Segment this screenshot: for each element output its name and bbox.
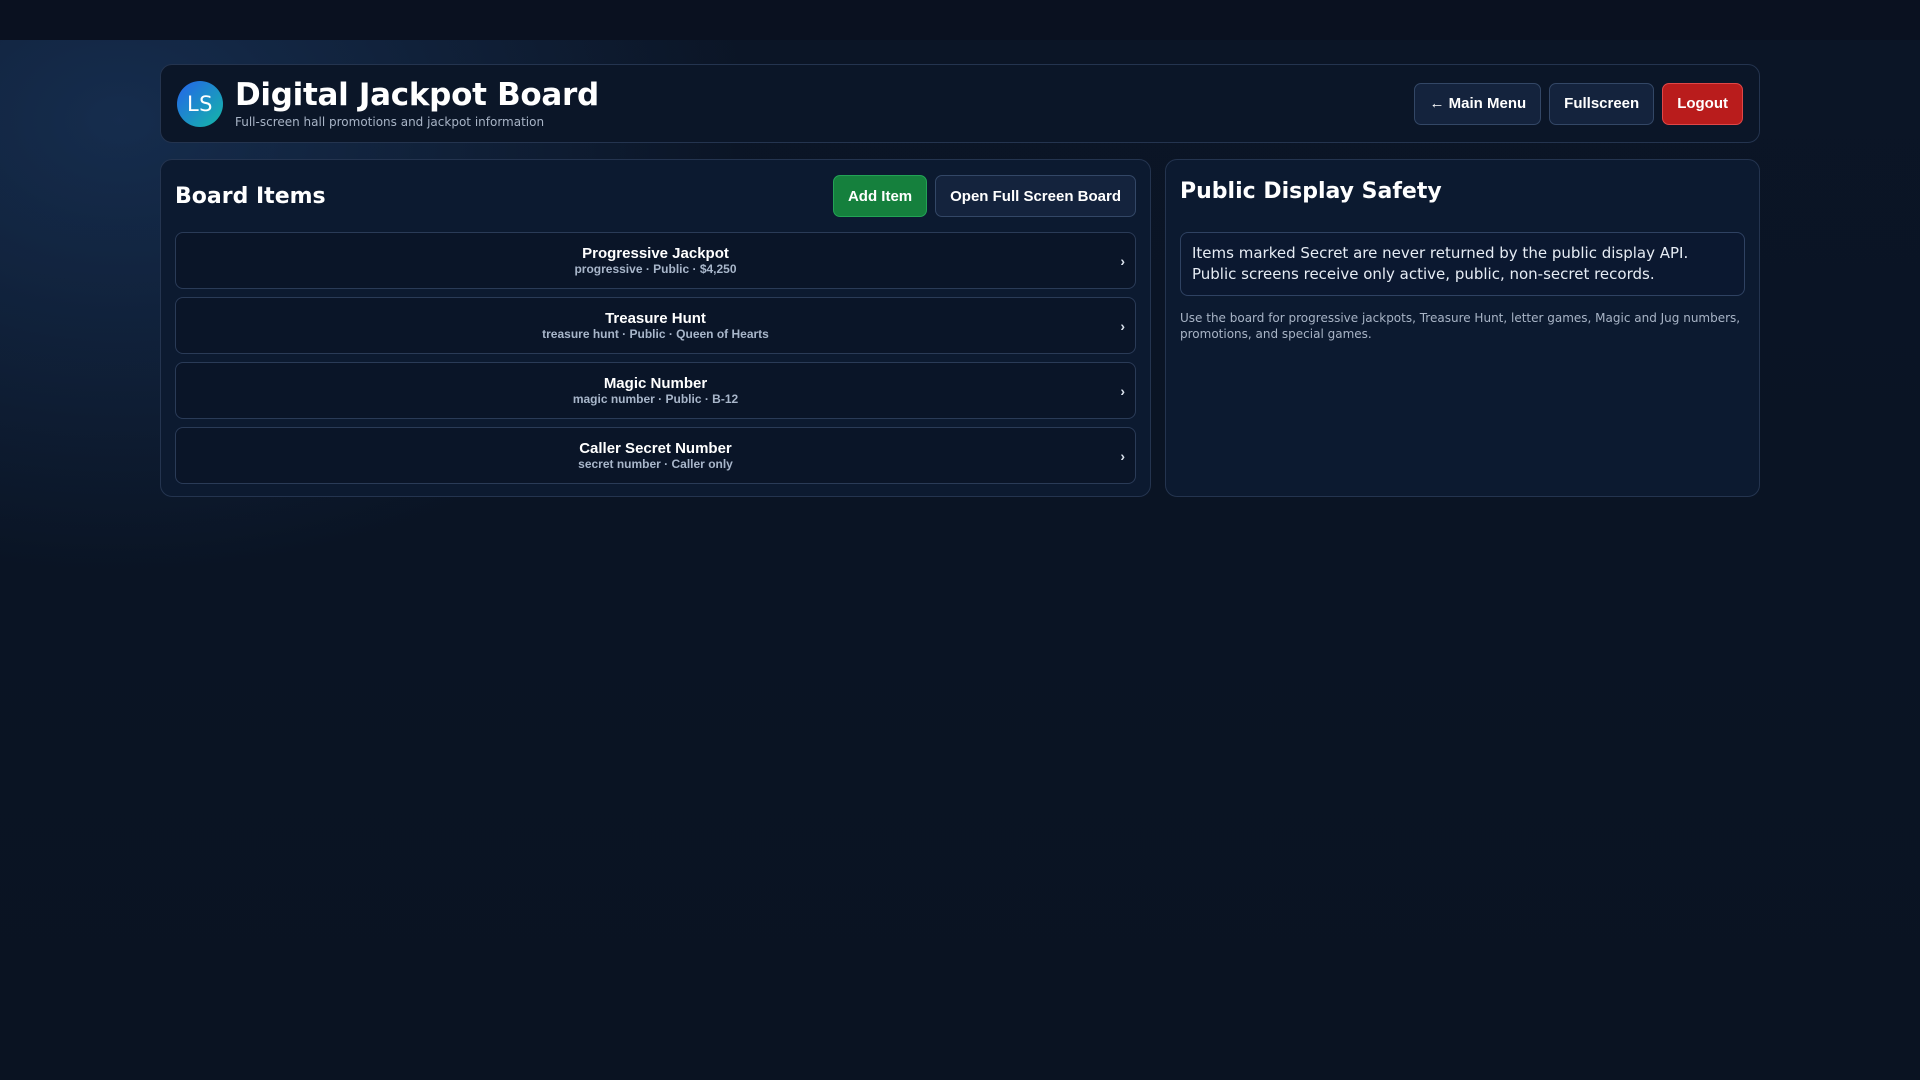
- board-items-title: Board Items: [175, 183, 326, 209]
- list-item-magic-number[interactable]: Magic Number magic number · Public · B-1…: [175, 362, 1136, 419]
- add-item-button[interactable]: Add Item: [832, 175, 928, 217]
- list-item-name: Magic Number: [603, 374, 708, 392]
- safety-note: Use the board for progressive jackpots, …: [1180, 311, 1741, 341]
- board-items-header: Board Items Add Item Open Full Screen Bo…: [175, 174, 1136, 218]
- list-item-treasure-hunt[interactable]: Treasure Hunt treasure hunt · Public · Q…: [175, 297, 1136, 354]
- board-actions: Add Item Open Full Screen Board: [832, 175, 1136, 217]
- logout-button[interactable]: Logout: [1662, 82, 1743, 125]
- app-header: LS Digital Jackpot Board Full-screen hal…: [160, 64, 1760, 143]
- chevron-right-icon: ›: [1120, 382, 1125, 399]
- safety-notice: Items marked Secret are never returned b…: [1180, 232, 1745, 296]
- top-bar: [0, 0, 1920, 40]
- list-item-name: Progressive Jackpot: [582, 244, 729, 262]
- main-menu-button[interactable]: ← Main Menu: [1414, 82, 1542, 125]
- avatar[interactable]: LS: [177, 80, 223, 127]
- chevron-right-icon: ›: [1120, 447, 1125, 464]
- brand-text: Digital Jackpot Board Full-screen hall p…: [235, 77, 599, 130]
- open-full-screen-board-button[interactable]: Open Full Screen Board: [935, 175, 1136, 217]
- list-item-meta: progressive · Public · $4,250: [574, 261, 737, 276]
- header-nav: ← Main Menu Fullscreen Logout: [1414, 82, 1743, 125]
- board-items-panel: Board Items Add Item Open Full Screen Bo…: [160, 159, 1151, 497]
- chevron-right-icon: ›: [1120, 252, 1125, 269]
- list-item-meta: secret number · Caller only: [578, 456, 733, 471]
- list-item-name: Treasure Hunt: [605, 309, 706, 327]
- chevron-right-icon: ›: [1120, 317, 1125, 334]
- list-item-name: Caller Secret Number: [579, 439, 732, 457]
- list-item-progressive-jackpot[interactable]: Progressive Jackpot progressive · Public…: [175, 232, 1136, 289]
- page-title: Digital Jackpot Board: [235, 77, 599, 113]
- list-item-meta: treasure hunt · Public · Queen of Hearts: [542, 326, 769, 341]
- board-items-list: Progressive Jackpot progressive · Public…: [175, 232, 1136, 484]
- list-item-meta: magic number · Public · B-12: [572, 391, 739, 406]
- page-subtitle: Full-screen hall promotions and jackpot …: [235, 115, 545, 129]
- safety-title: Public Display Safety: [1180, 179, 1442, 204]
- fullscreen-button[interactable]: Fullscreen: [1549, 82, 1655, 125]
- brand: LS Digital Jackpot Board Full-screen hal…: [177, 77, 599, 130]
- public-display-safety-panel: Public Display Safety Items marked Secre…: [1165, 159, 1760, 497]
- list-item-caller-secret-number[interactable]: Caller Secret Number secret number · Cal…: [175, 427, 1136, 484]
